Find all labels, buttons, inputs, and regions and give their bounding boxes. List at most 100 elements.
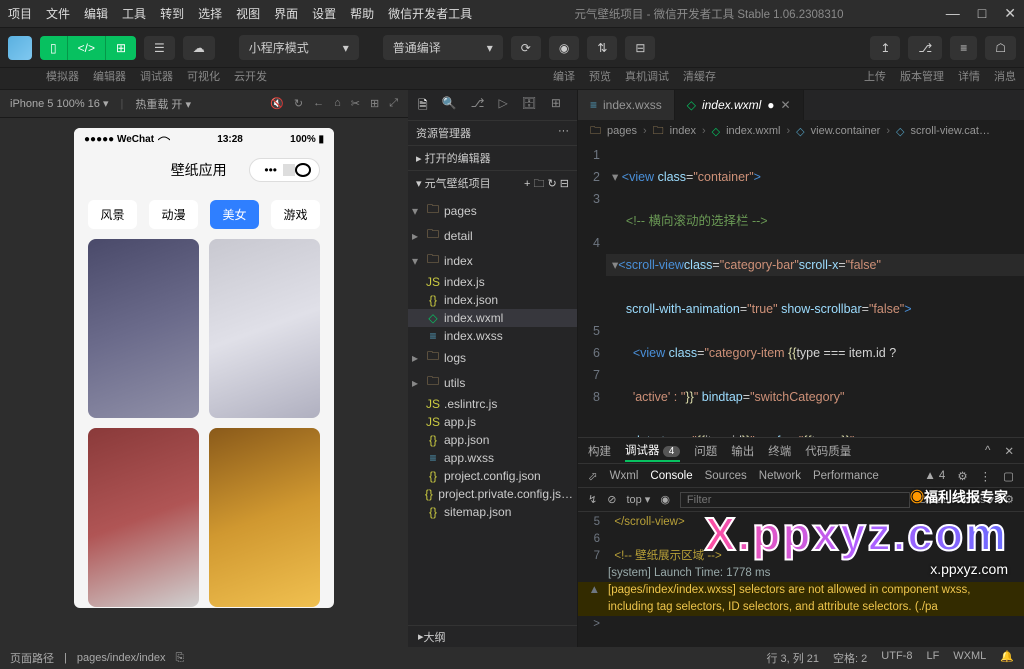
compile-button[interactable]: ⟳ (511, 36, 541, 60)
thumb[interactable] (88, 239, 199, 418)
minimize-icon[interactable]: — (946, 5, 960, 22)
cat-beauty[interactable]: 美女 (210, 200, 259, 229)
messages-button[interactable]: ☖ (985, 36, 1016, 60)
bell-icon[interactable]: 🔔 (1000, 650, 1014, 666)
editor-button[interactable]: </> (68, 36, 106, 60)
menu-select[interactable]: 选择 (198, 5, 222, 22)
tree-index-json[interactable]: {}index.json (408, 291, 577, 309)
language[interactable]: WXML (953, 650, 986, 666)
tree-sitemap[interactable]: {}sitemap.json (408, 503, 577, 521)
outline-section[interactable]: ▸ 大纲 (408, 625, 577, 647)
details-button[interactable]: ≡ (950, 36, 977, 60)
clear-icon[interactable]: ↯ (588, 493, 597, 506)
capsule[interactable]: ••• (249, 158, 320, 182)
section-resources[interactable]: 资源管理器··· (408, 120, 577, 145)
stab-sources[interactable]: Sources (705, 470, 747, 482)
stab-perf[interactable]: Performance (813, 470, 879, 482)
stab-network[interactable]: Network (759, 470, 801, 482)
dock-icon[interactable]: ▢ (1003, 469, 1014, 483)
mute-icon[interactable]: 🔇 (270, 97, 284, 110)
tab-wxml[interactable]: ◇index.wxml●✕ (675, 90, 804, 120)
section-project[interactable]: ▾ 元气壁纸项目+ 🗀 ↻ ⊟ (408, 170, 577, 198)
menu-goto[interactable]: 转到 (160, 5, 184, 22)
stab-wxml[interactable]: Wxml (610, 470, 639, 482)
preview-button[interactable]: ◉ (549, 36, 579, 60)
upload-button[interactable]: ↥ (870, 36, 900, 60)
tree-eslint[interactable]: JS.eslintrc.js (408, 395, 577, 413)
hot-reload[interactable]: 热重载 开 ▾ (135, 96, 191, 112)
inspect-icon[interactable]: ⬀ (588, 469, 598, 483)
menu-file[interactable]: 文件 (46, 5, 70, 22)
close-icon[interactable]: ✕ (1004, 5, 1016, 22)
menu-wechat[interactable]: 微信开发者工具 (388, 5, 472, 22)
ban-icon[interactable]: ⊘ (607, 493, 616, 506)
menu-view[interactable]: 视图 (236, 5, 260, 22)
indent[interactable]: 空格: 2 (833, 650, 867, 666)
search-icon[interactable]: 🔍 (442, 96, 457, 114)
tree-logs[interactable]: ▸🗀logs (408, 345, 577, 370)
gear-icon[interactable]: ⚙ (957, 469, 967, 483)
menu-settings[interactable]: 设置 (312, 5, 336, 22)
tree-index-wxml[interactable]: ◇index.wxml (408, 309, 577, 327)
menu-tools[interactable]: 工具 (122, 5, 146, 22)
tree-appwxss[interactable]: ≡app.wxss (408, 449, 577, 467)
tree-projcfg[interactable]: {}project.config.json (408, 467, 577, 485)
dtab-quality[interactable]: 代码质量 (805, 441, 851, 461)
clear-cache-button[interactable]: ⊟ (625, 36, 655, 60)
encoding[interactable]: UTF-8 (881, 650, 912, 666)
git-icon[interactable]: ⎇ (471, 96, 485, 114)
tree-projpriv[interactable]: {}project.private.config.js… (408, 485, 577, 503)
tree-index-wxss[interactable]: ≡index.wxss (408, 327, 577, 345)
gear-icon[interactable]: ⚙ (1004, 493, 1014, 506)
more-icon[interactable]: ⋮ (980, 469, 992, 483)
version-button[interactable]: ⎇ (908, 36, 942, 60)
visual-button[interactable]: ☰ (144, 36, 175, 60)
page-path[interactable]: pages/index/index (77, 652, 166, 664)
simulator-button[interactable]: ▯ (40, 36, 68, 60)
menu-ui[interactable]: 界面 (274, 5, 298, 22)
eol[interactable]: LF (926, 650, 939, 666)
filter-input[interactable] (680, 492, 910, 508)
detach-icon[interactable]: ⤢ (389, 97, 398, 110)
maximize-icon[interactable]: □ (978, 5, 986, 22)
dtab-debugger[interactable]: 调试器 4 (625, 440, 680, 462)
thumb[interactable] (88, 428, 199, 607)
tree-appjson[interactable]: {}app.json (408, 431, 577, 449)
debug-icon[interactable]: ▷ (498, 96, 507, 114)
tab-wxss[interactable]: ≡index.wxss (578, 90, 675, 120)
files-icon[interactable]: 🗎 (418, 96, 428, 114)
thumb[interactable] (209, 239, 320, 418)
cat-game[interactable]: 游戏 (271, 200, 320, 229)
stab-console[interactable]: Console (650, 470, 692, 482)
console-output[interactable]: 5 </scroll-view> 6 7 <!-- 壁纸展示区域 --> [sy… (578, 512, 1024, 647)
maximize-icon[interactable]: ^ (985, 445, 990, 457)
avatar[interactable] (8, 36, 32, 60)
compile-select[interactable]: 普通编译▾ (383, 35, 503, 60)
menu-project[interactable]: 项目 (8, 5, 32, 22)
tree-utils[interactable]: ▸🗀utils (408, 370, 577, 395)
tree-index-js[interactable]: JSindex.js (408, 273, 577, 291)
context-select[interactable]: top ▾ (626, 493, 650, 506)
db-icon[interactable]: 🗄 (522, 96, 537, 114)
eye-icon[interactable]: ◉ (660, 493, 670, 506)
tree-appjs[interactable]: JSapp.js (408, 413, 577, 431)
dtab-problems[interactable]: 问题 (694, 441, 717, 461)
levels-select[interactable]: Default levels ▾ (920, 493, 995, 506)
debugger-button[interactable]: ⊞ (106, 36, 136, 60)
copy-icon[interactable]: ⎘ (176, 652, 185, 665)
menu-help[interactable]: 帮助 (350, 5, 374, 22)
thumb[interactable] (209, 428, 320, 607)
cloud-button[interactable]: ☁ (183, 36, 215, 60)
tree-pages[interactable]: ▾🗀pages (408, 198, 577, 223)
code-editor[interactable]: 12345678 ▾ <view class="container"> <!--… (578, 142, 1024, 437)
tree-detail[interactable]: ▸🗀detail (408, 223, 577, 248)
cat-scenery[interactable]: 风景 (88, 200, 137, 229)
back-icon[interactable]: ← (313, 97, 324, 110)
rotate-icon[interactable]: ↻ (294, 97, 303, 110)
layout-icon[interactable]: ⊞ (370, 97, 379, 110)
cursor-position[interactable]: 行 3, 列 21 (766, 650, 819, 666)
menu-edit[interactable]: 编辑 (84, 5, 108, 22)
close-icon[interactable]: ✕ (1004, 444, 1014, 458)
cut-icon[interactable]: ✂ (351, 97, 360, 110)
dtab-build[interactable]: 构建 (588, 441, 611, 461)
